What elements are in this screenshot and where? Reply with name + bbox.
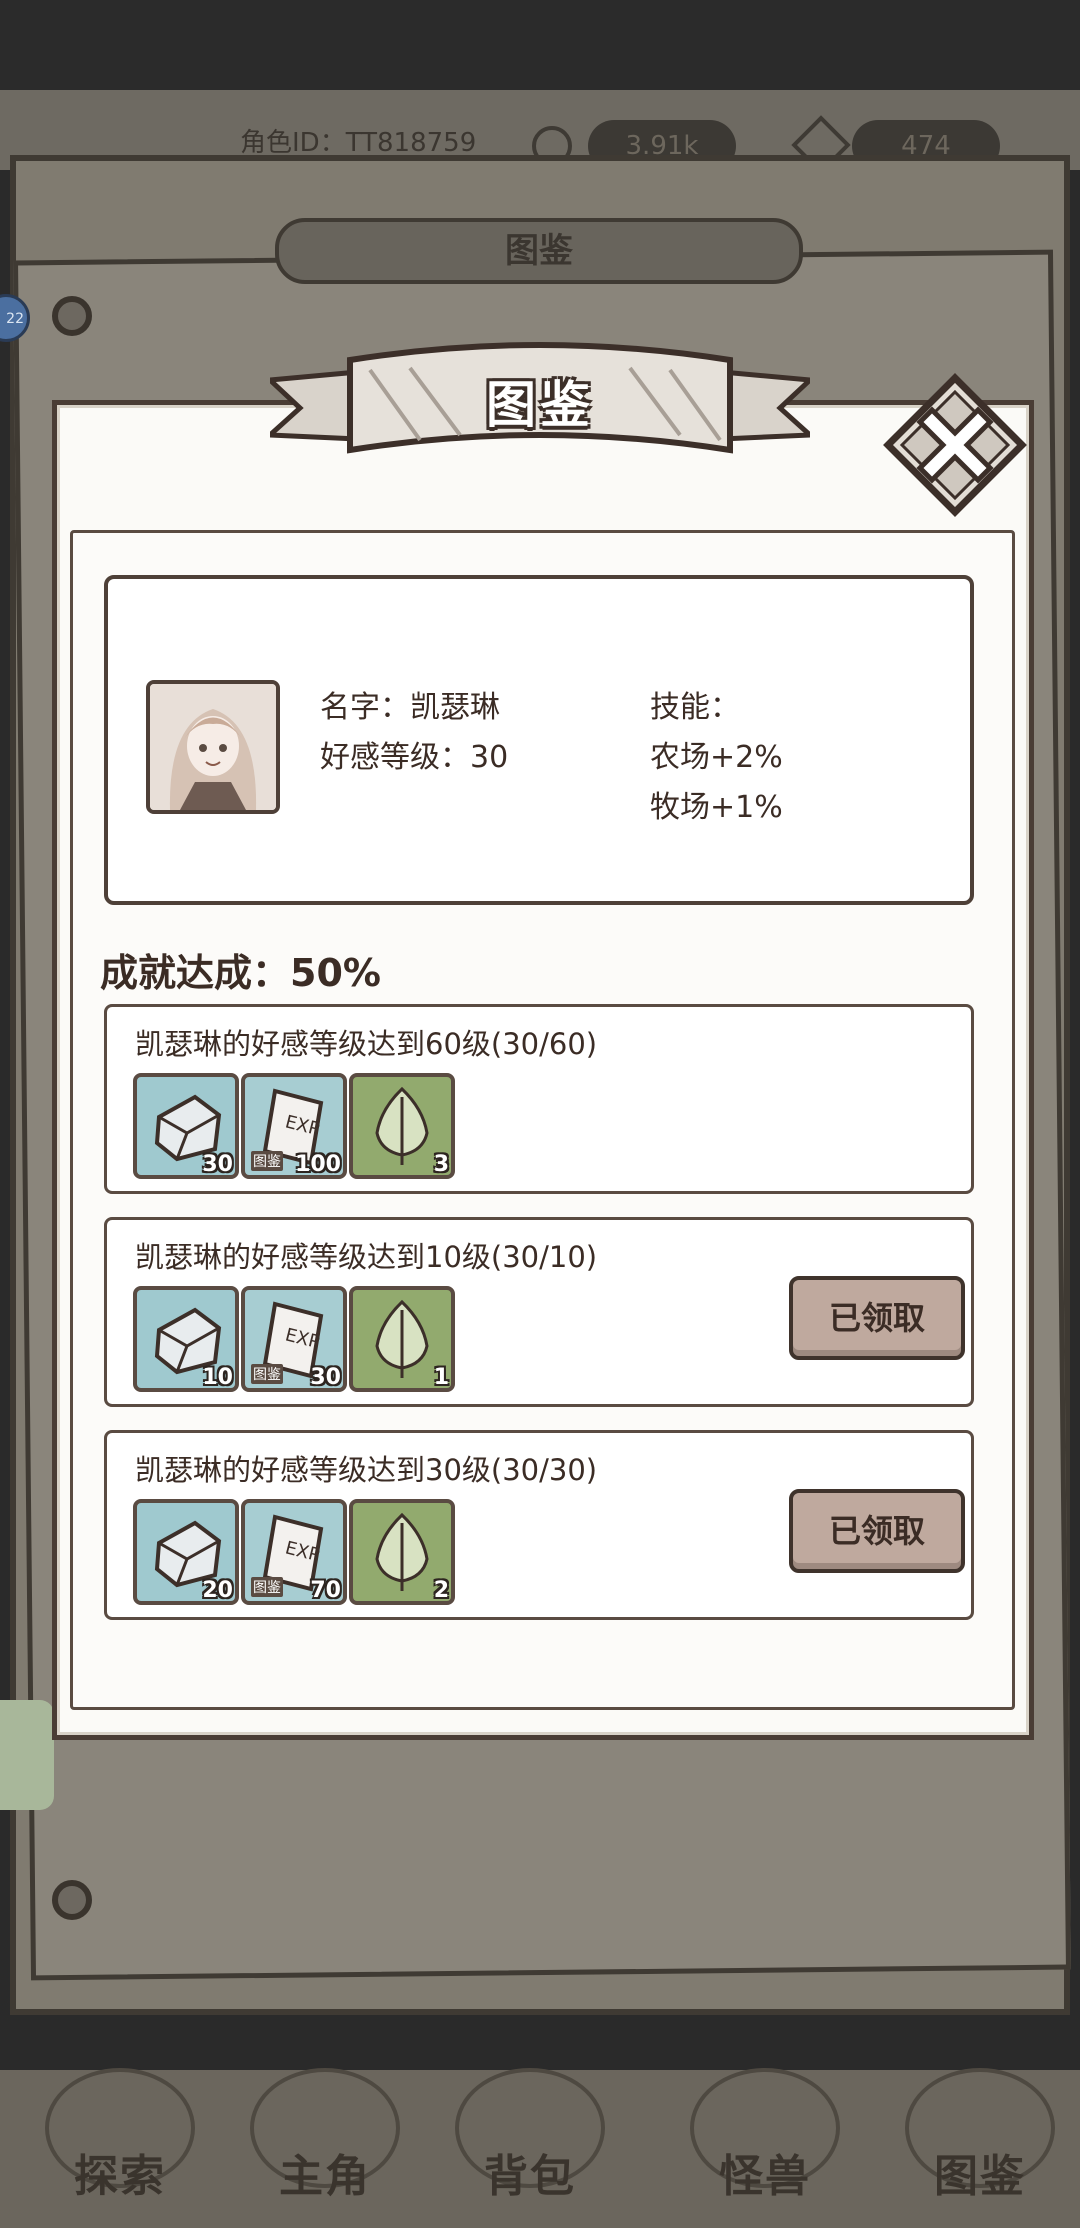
- reward-label: 图鉴: [251, 1364, 283, 1384]
- reward-count: 20: [202, 1578, 233, 1603]
- reward-leaf[interactable]: 2: [349, 1499, 455, 1605]
- nav-hero[interactable]: 主角: [245, 2140, 405, 2204]
- binder-ring-icon: [52, 1880, 92, 1920]
- player-id: 角色ID：TT818759: [240, 128, 477, 158]
- character-affinity: 好感等级：30: [320, 740, 509, 775]
- achievement-task: 凯瑟琳的好感等级达到60级(30/60) 30 EXP 图鉴 100 3: [104, 1004, 974, 1194]
- nav-explore[interactable]: 探索: [40, 2140, 200, 2204]
- achievement-progress: 成就达成：50%: [100, 951, 381, 995]
- top-bar: [0, 0, 1080, 90]
- claimed-button[interactable]: 已领取: [789, 1276, 965, 1360]
- reward-count: 3: [433, 1152, 449, 1177]
- character-name: 名字：凯瑟琳: [320, 690, 500, 725]
- skills-label: 技能：: [650, 690, 740, 725]
- nav-bag[interactable]: 背包: [450, 2140, 610, 2204]
- reward-count: 70: [310, 1578, 341, 1603]
- reward-count: 10: [202, 1365, 233, 1390]
- reward-exp-book[interactable]: EXP 图鉴 70: [241, 1499, 347, 1605]
- close-button[interactable]: [880, 370, 1030, 520]
- claimed-button[interactable]: 已领取: [789, 1489, 965, 1573]
- reward-count: 100: [295, 1152, 341, 1177]
- task-description: 凯瑟琳的好感等级达到30级(30/30): [135, 1453, 598, 1487]
- reward-label: 图鉴: [251, 1577, 283, 1597]
- skill-farm: 农场+2%: [650, 740, 783, 775]
- task-description: 凯瑟琳的好感等级达到60级(30/60): [135, 1027, 598, 1061]
- reward-stone[interactable]: 30: [133, 1073, 239, 1179]
- binder-ring-icon: [52, 296, 92, 336]
- achievement-task: 凯瑟琳的好感等级达到30级(30/30) 20 EXP 图鉴 70 2 已领取: [104, 1430, 974, 1620]
- task-description: 凯瑟琳的好感等级达到10级(30/10): [135, 1240, 598, 1274]
- reward-exp-book[interactable]: EXP 图鉴 100: [241, 1073, 347, 1179]
- reward-count: 2: [433, 1578, 449, 1603]
- background-panel-title: 图鉴: [275, 218, 803, 284]
- reward-count: 30: [202, 1152, 233, 1177]
- reward-count: 1: [433, 1365, 449, 1390]
- reward-leaf[interactable]: 3: [349, 1073, 455, 1179]
- reward-exp-book[interactable]: EXP 图鉴 30: [241, 1286, 347, 1392]
- nav-monster[interactable]: 怪兽: [685, 2140, 845, 2204]
- nav-codex[interactable]: 图鉴: [900, 2140, 1060, 2204]
- character-portrait-icon: [150, 684, 276, 810]
- modal-title: 图鉴: [486, 376, 594, 434]
- side-plant-button[interactable]: [0, 1700, 54, 1810]
- reward-label: 图鉴: [251, 1151, 283, 1171]
- reward-count: 30: [310, 1365, 341, 1390]
- character-avatar: [146, 680, 280, 814]
- reward-stone[interactable]: 10: [133, 1286, 239, 1392]
- skill-ranch: 牧场+1%: [650, 790, 783, 825]
- reward-stone[interactable]: 20: [133, 1499, 239, 1605]
- achievement-task: 凯瑟琳的好感等级达到10级(30/10) 10 EXP 图鉴 30 1 已领取: [104, 1217, 974, 1407]
- reward-leaf[interactable]: 1: [349, 1286, 455, 1392]
